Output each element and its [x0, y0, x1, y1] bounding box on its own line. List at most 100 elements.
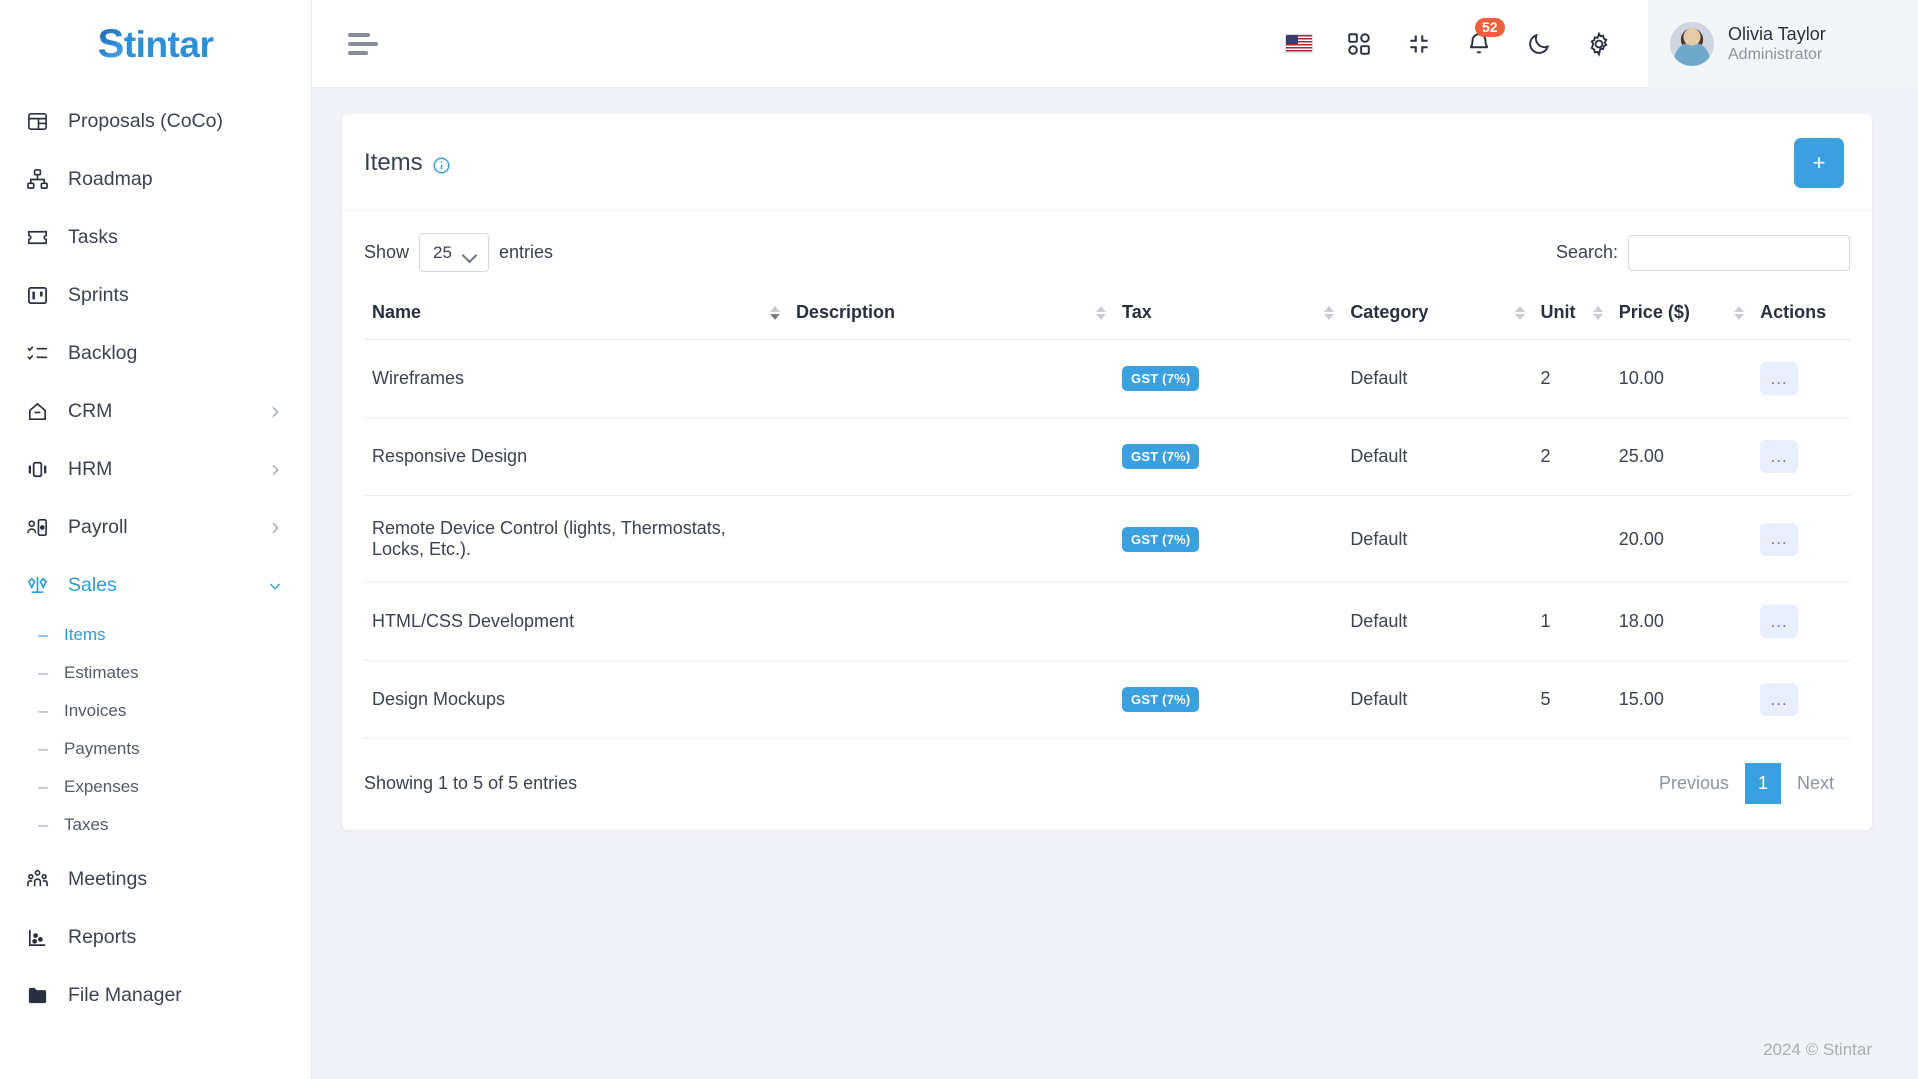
table-footer: Showing 1 to 5 of 5 entries Previous 1 N…: [364, 739, 1850, 812]
brand-logo-s: S: [97, 21, 125, 66]
chevron-down-icon: [267, 577, 283, 593]
settings-gear-icon[interactable]: [1584, 29, 1614, 59]
table-head: Name Description Tax Category Unit Price…: [364, 288, 1850, 340]
sidebar-subitem-expenses[interactable]: – Expenses: [0, 768, 311, 806]
hrm-icon: [24, 456, 50, 482]
sidebar-item-backlog[interactable]: Backlog: [0, 324, 311, 382]
chevron-right-icon: [267, 461, 283, 477]
cell-price: 15.00: [1610, 660, 1753, 739]
dash-icon: –: [38, 777, 48, 796]
cell-actions: ...: [1752, 660, 1850, 739]
sidebar-subitem-label: Taxes: [64, 815, 109, 834]
tax-badge: GST (7%): [1122, 526, 1200, 552]
user-profile[interactable]: Olivia Taylor Administrator: [1648, 0, 1918, 88]
cell-name: Remote Device Control (lights, Thermosta…: [364, 495, 788, 583]
table-row: Remote Device Control (lights, Thermosta…: [364, 495, 1850, 583]
table-row: Responsive Design GST (7%) Default 2 25.…: [364, 417, 1850, 496]
brand-logo-rest: tintar: [123, 23, 214, 65]
meetings-icon: [24, 866, 50, 892]
cell-price: 10.00: [1610, 339, 1753, 418]
add-item-button[interactable]: +: [1794, 138, 1844, 188]
cell-actions: ...: [1752, 417, 1850, 496]
sidebar-item-crm[interactable]: CRM: [0, 382, 311, 440]
sidebar-subitem-items[interactable]: – Items: [0, 616, 311, 654]
dash-icon: –: [38, 701, 48, 720]
sidebar-item-roadmap[interactable]: Roadmap: [0, 150, 311, 208]
sidebar-item-label: Payroll: [68, 515, 128, 538]
topbar-icons: 52: [1284, 17, 1648, 59]
column-header-tax[interactable]: Tax: [1114, 288, 1343, 340]
info-circle-icon[interactable]: [432, 154, 451, 174]
row-actions-button[interactable]: ...: [1760, 683, 1799, 716]
sidebar-subitem-label: Payments: [64, 739, 140, 758]
sidebar-subitem-invoices[interactable]: – Invoices: [0, 692, 311, 730]
sidebar-subitem-estimates[interactable]: – Estimates: [0, 654, 311, 692]
app-root: Stintar Proposals (CoCo) Roadmap Tasks S…: [0, 0, 1918, 1079]
column-header-name[interactable]: Name: [364, 288, 788, 340]
table-row: HTML/CSS Development Default 1 18.00 ...: [364, 582, 1850, 661]
sidebar-item-label: HRM: [68, 457, 113, 480]
sidebar-item-sprints[interactable]: Sprints: [0, 266, 311, 324]
table-header-row: Name Description Tax Category Unit Price…: [364, 288, 1850, 340]
column-header-label: Description: [795, 302, 895, 322]
row-actions-button[interactable]: ...: [1760, 605, 1799, 638]
sidebar-subitem-label: Expenses: [64, 777, 139, 796]
cell-name: Design Mockups: [364, 660, 788, 739]
cell-unit: 1: [1532, 582, 1611, 661]
sidebar-subitem-taxes[interactable]: – Taxes: [0, 806, 311, 844]
cell-tax: GST (7%): [1114, 417, 1343, 496]
row-actions-button[interactable]: ...: [1760, 440, 1799, 473]
cell-description: [787, 495, 1115, 583]
cell-category: Default: [1342, 495, 1533, 583]
notification-badge: 52: [1475, 17, 1505, 37]
row-actions-button[interactable]: ...: [1760, 522, 1799, 556]
brand-logo[interactable]: Stintar: [0, 0, 311, 88]
notifications-bell-icon[interactable]: 52: [1464, 17, 1505, 59]
card-header: Items +: [342, 114, 1872, 211]
sort-indicator: [1592, 305, 1603, 320]
pagination-next[interactable]: Next: [1781, 763, 1850, 804]
sidebar-item-tasks[interactable]: Tasks: [0, 208, 311, 266]
search-label: Search:: [1555, 242, 1618, 262]
pagination-page-1[interactable]: 1: [1744, 763, 1781, 804]
topbar: 52 Olivia Taylor Administrator: [312, 0, 1918, 88]
column-header-label: Tax: [1122, 302, 1152, 322]
language-flag-us-icon[interactable]: [1284, 29, 1314, 59]
search-control: Search:: [1555, 234, 1850, 271]
search-input[interactable]: [1628, 234, 1850, 271]
table-body: Wireframes GST (7%) Default 2 10.00 ... …: [364, 339, 1850, 739]
sidebar-item-label: Meetings: [68, 867, 148, 890]
sales-icon: [24, 572, 50, 598]
page-size-select[interactable]: 25: [419, 233, 490, 272]
pagination-previous[interactable]: Previous: [1643, 763, 1745, 804]
user-name: Olivia Taylor: [1728, 23, 1826, 44]
sidebar-item-file-manager[interactable]: File Manager: [0, 966, 311, 1024]
table-controls: Show 25 entries Search:: [364, 233, 1850, 288]
cell-unit: [1532, 495, 1611, 583]
sidebar-item-reports[interactable]: Reports: [0, 908, 311, 966]
sidebar-subitem-payments[interactable]: – Payments: [0, 730, 311, 768]
cell-category: Default: [1342, 660, 1533, 739]
column-header-description[interactable]: Description: [787, 288, 1115, 340]
sidebar-item-sales[interactable]: Sales: [0, 556, 311, 614]
sidebar-nav: Proposals (CoCo) Roadmap Tasks Sprints B…: [0, 88, 311, 1024]
chevron-right-icon: [267, 403, 283, 419]
column-header-unit[interactable]: Unit: [1532, 288, 1611, 340]
sidebar-item-hrm[interactable]: HRM: [0, 440, 311, 498]
hamburger-icon[interactable]: [348, 32, 382, 55]
apps-grid-icon[interactable]: [1344, 29, 1374, 59]
row-actions-button[interactable]: ...: [1760, 362, 1799, 395]
column-header-price[interactable]: Price ($): [1610, 288, 1753, 340]
sidebar-item-label: Tasks: [68, 225, 118, 248]
entries-label: entries: [499, 242, 554, 262]
cell-actions: ...: [1752, 582, 1850, 661]
sidebar-item-label: CRM: [68, 399, 113, 422]
sidebar-item-proposals[interactable]: Proposals (CoCo): [0, 92, 311, 150]
sidebar-subitem-label: Invoices: [64, 701, 127, 720]
column-header-category[interactable]: Category: [1342, 288, 1533, 340]
sidebar-item-payroll[interactable]: Payroll: [0, 498, 311, 556]
sidebar-item-meetings[interactable]: Meetings: [0, 850, 311, 908]
fullscreen-collapse-icon[interactable]: [1404, 29, 1434, 59]
dark-mode-moon-icon[interactable]: [1524, 29, 1554, 59]
cell-category: Default: [1342, 417, 1533, 496]
